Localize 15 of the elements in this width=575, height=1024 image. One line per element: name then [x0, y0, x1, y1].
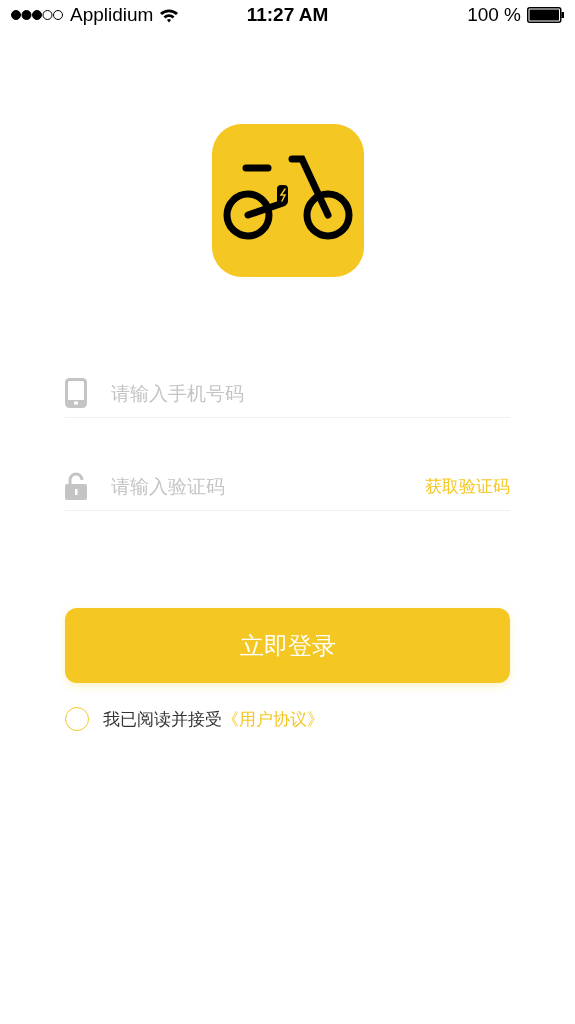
unlocked-lock-icon: [65, 472, 87, 500]
battery-percent: 100 %: [467, 4, 521, 26]
user-agreement-link[interactable]: 《用户协议》: [222, 707, 324, 731]
agreement-checkbox[interactable]: [65, 707, 89, 731]
wifi-icon: [159, 7, 180, 23]
status-time: 11:27 AM: [246, 4, 329, 26]
battery-icon: [527, 7, 565, 23]
agreement-text: 我已阅读并接受: [103, 707, 222, 731]
code-field[interactable]: 请输入验证码: [109, 474, 425, 498]
get-code-link[interactable]: 获取验证码: [425, 474, 510, 498]
carrier-name: Applidium: [70, 4, 154, 26]
login-button[interactable]: 立即登录: [65, 608, 510, 683]
phone-field[interactable]: 请输入手机号码: [109, 381, 510, 405]
phone-icon: [65, 378, 87, 408]
signal-icon: [10, 9, 64, 21]
